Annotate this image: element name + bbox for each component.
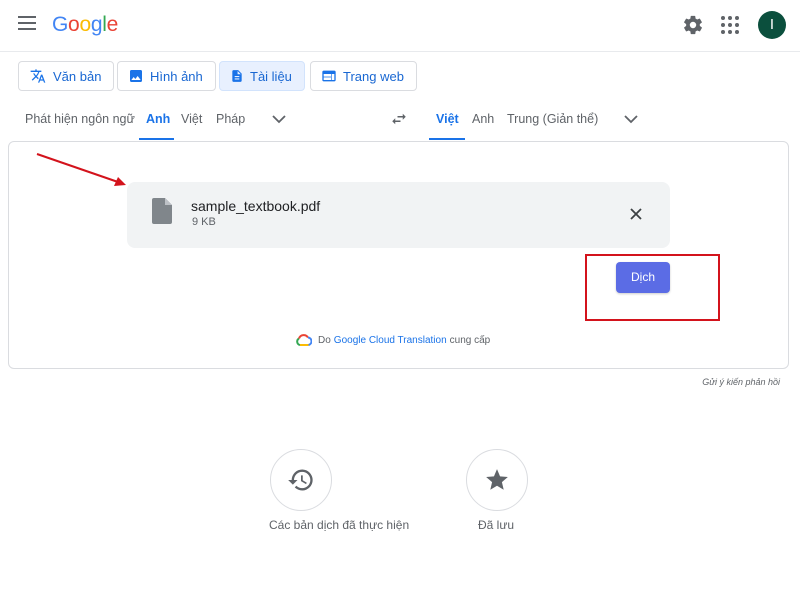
provider-prefix: Do — [318, 334, 331, 346]
google-cloud-icon — [296, 334, 312, 346]
translate-icon — [30, 69, 46, 83]
source-lang-english[interactable]: Anh — [146, 112, 170, 126]
swap-languages-icon[interactable] — [389, 110, 409, 128]
avatar[interactable]: I — [758, 11, 786, 39]
target-lang-vietnamese[interactable]: Việt — [436, 112, 459, 126]
file-size: 9 KB — [192, 216, 216, 228]
source-lang-vietnamese[interactable]: Việt — [181, 112, 202, 126]
mode-label: Văn bản — [53, 68, 102, 84]
chevron-down-icon[interactable] — [624, 114, 638, 124]
send-feedback-link[interactable]: Gửi ý kiến phản hồi — [702, 377, 780, 387]
gear-icon[interactable] — [682, 14, 704, 36]
provider-credit: Do Google Cloud Translation cung cấp — [296, 334, 490, 346]
hamburger-menu-icon[interactable] — [18, 16, 38, 32]
provider-suffix: cung cấp — [449, 334, 491, 346]
file-name: sample_textbook.pdf — [191, 198, 321, 214]
target-active-indicator — [429, 138, 465, 140]
mode-label: Tài liệu — [250, 68, 292, 84]
star-icon — [486, 469, 508, 490]
source-lang-french[interactable]: Pháp — [216, 112, 245, 126]
annotation-arrow — [36, 153, 126, 186]
image-icon — [130, 70, 142, 82]
target-lang-english[interactable]: Anh — [472, 112, 494, 126]
mode-image-button[interactable]: Hình ảnh — [117, 61, 216, 91]
history-label: Các bản dịch đã thực hiện — [269, 518, 410, 532]
google-cloud-translation-link[interactable]: Google Cloud Translation — [334, 335, 447, 346]
file-icon — [152, 198, 172, 224]
mode-document-button[interactable]: Tài liệu — [219, 61, 305, 91]
google-translate-logo[interactable]: Google — [52, 13, 123, 37]
history-button[interactable] — [270, 449, 332, 511]
source-lang-detect[interactable]: Phát hiện ngôn ngữ — [25, 112, 135, 126]
web-icon — [322, 70, 336, 82]
app-header: Google I — [0, 0, 800, 52]
document-icon — [232, 70, 242, 82]
target-lang-chinese-simplified[interactable]: Trung (Giản thể) — [507, 112, 598, 126]
file-card — [127, 182, 670, 248]
annotation-highlight-box — [585, 254, 720, 321]
close-icon[interactable] — [628, 206, 644, 222]
mode-text-button[interactable]: Văn bản — [18, 61, 115, 91]
mode-label: Hình ảnh — [150, 68, 203, 84]
apps-grid-icon[interactable] — [721, 16, 739, 34]
chevron-down-icon[interactable] — [272, 114, 286, 124]
source-active-indicator — [139, 138, 174, 140]
mode-label: Trang web — [343, 68, 404, 84]
mode-website-button[interactable]: Trang web — [310, 61, 417, 91]
saved-button[interactable] — [466, 449, 528, 511]
saved-label: Đã lưu — [478, 518, 515, 532]
history-icon — [288, 469, 313, 491]
